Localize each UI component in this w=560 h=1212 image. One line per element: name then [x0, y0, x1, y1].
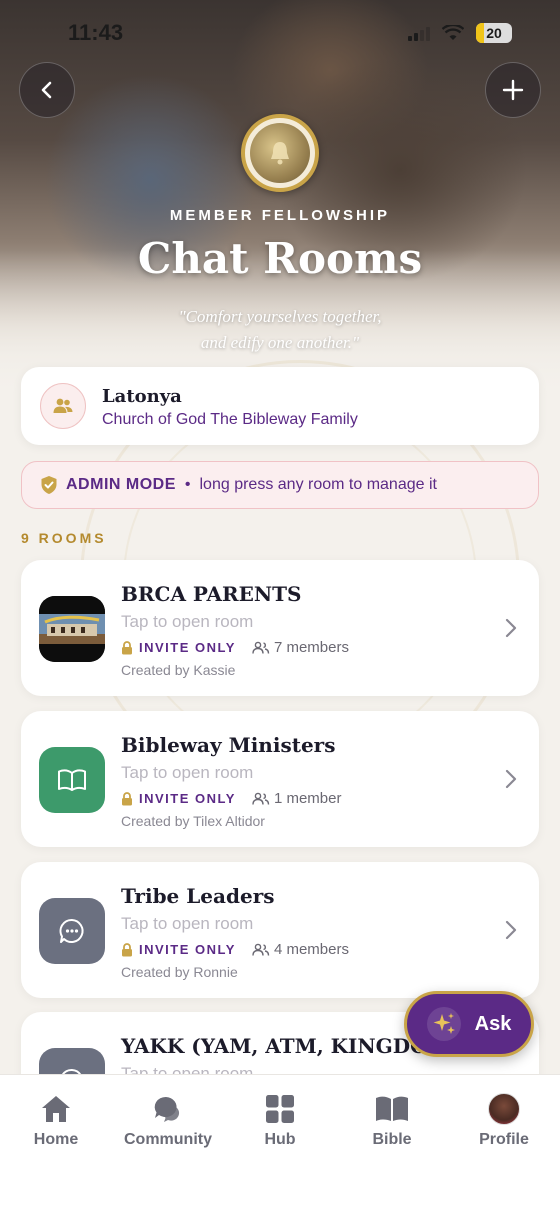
admin-mode-hint: long press any room to manage it [199, 476, 437, 493]
room-icon [39, 747, 105, 813]
room-creator: Created by Tilex Altidor [121, 813, 265, 829]
room-card-tribe-leaders[interactable]: Tribe Leaders Tap to open room INVITE ON… [21, 862, 539, 998]
member-count: 1 member [273, 790, 342, 807]
room-name: Tribe Leaders [121, 884, 275, 908]
tab-label: Profile [479, 1131, 529, 1148]
invite-only-badge: INVITE ONLY [139, 791, 236, 806]
members-icon [252, 792, 270, 805]
bell-icon [271, 142, 289, 165]
grid-icon [266, 1095, 294, 1123]
room-meta: INVITE ONLY 7 members [121, 639, 349, 656]
lock-icon [122, 640, 132, 654]
user-group-icon [40, 383, 86, 429]
chevron-right-icon [505, 769, 517, 789]
member-count: 7 members [273, 639, 349, 656]
tab-label: Hub [264, 1131, 296, 1148]
chevron-right-icon [505, 920, 517, 940]
wifi-icon [442, 25, 464, 40]
user-church: Church of God The Bibleway Family [102, 411, 358, 428]
status-time: 11:43 [68, 20, 124, 45]
church-logo [241, 114, 319, 192]
admin-mode-label: ADMIN MODE [66, 476, 176, 493]
user-name: Latonya [102, 386, 182, 407]
chevron-left-icon [41, 81, 52, 99]
room-card-bibleway-ministers[interactable]: Bibleway Ministers Tap to open room INVI… [21, 711, 539, 847]
tab-label: Community [124, 1131, 212, 1148]
room-meta: INVITE ONLY 1 member [121, 790, 341, 807]
status-bar: 11:43 20 [0, 20, 560, 50]
bible-icon [376, 1096, 408, 1121]
chat-icon [59, 918, 84, 943]
admin-separator: • [184, 476, 191, 493]
room-name: BRCA PARENTS [121, 582, 302, 606]
quote-line-2: and edify one another." [200, 333, 360, 352]
room-subtitle: Tap to open room [121, 612, 254, 631]
room-photo [39, 596, 105, 662]
members-icon [252, 943, 270, 956]
section-eyebrow: MEMBER FELLOWSHIP [169, 207, 391, 224]
room-meta: INVITE ONLY 4 members [121, 941, 349, 958]
room-creator: Created by Ronnie [121, 964, 238, 980]
invite-only-badge: INVITE ONLY [139, 942, 236, 957]
tab-bible[interactable]: Bible [336, 1093, 448, 1149]
battery-level: 20 [486, 25, 502, 41]
community-icon [154, 1096, 180, 1122]
book-icon [58, 769, 86, 791]
tab-label: Home [33, 1131, 79, 1148]
signal-icon [408, 25, 430, 41]
back-button[interactable] [19, 62, 75, 118]
chevron-right-icon [505, 618, 517, 638]
battery-icon: 20 [476, 23, 512, 43]
tab-community[interactable]: Community [112, 1093, 224, 1149]
tab-profile[interactable]: Profile [448, 1093, 560, 1149]
members-icon [252, 641, 270, 654]
admin-mode-banner: ADMIN MODE • long press any room to mana… [21, 461, 539, 509]
add-room-button[interactable] [485, 62, 541, 118]
lock-icon [122, 791, 132, 805]
home-icon [42, 1096, 70, 1122]
room-name: Bibleway Ministers [121, 733, 336, 757]
tab-hub[interactable]: Hub [224, 1093, 336, 1149]
invite-only-badge: INVITE ONLY [139, 640, 236, 655]
page-title: Chat Rooms [137, 234, 423, 283]
ask-label: Ask [474, 1012, 512, 1035]
room-creator: Created by Kassie [121, 662, 236, 678]
avatar [488, 1093, 520, 1125]
room-subtitle: Tap to open room [121, 914, 254, 933]
room-icon [39, 898, 105, 964]
user-card: Latonya Church of God The Bibleway Famil… [21, 367, 539, 445]
quote-line-1: "Comfort yourselves together, [178, 307, 382, 326]
room-subtitle: Tap to open room [121, 763, 254, 782]
plus-icon [502, 79, 524, 101]
status-icons: 20 [408, 23, 512, 43]
tab-label: Bible [372, 1131, 412, 1148]
tab-home[interactable]: Home [0, 1093, 112, 1149]
room-card-brca-parents[interactable]: BRCA PARENTS Tap to open room INVITE ONL… [21, 560, 539, 696]
member-count: 4 members [273, 941, 349, 958]
sparkle-icon [426, 1007, 461, 1041]
shield-icon [41, 476, 57, 494]
lock-icon [122, 942, 132, 956]
rooms-count: 9 ROOMS [21, 530, 107, 546]
scripture-quote: "Comfort yourselves together, and edify … [0, 304, 560, 356]
ask-ai-button[interactable]: Ask [404, 991, 534, 1057]
tab-bar: Home Community Hub Bible Profile [0, 1074, 560, 1212]
